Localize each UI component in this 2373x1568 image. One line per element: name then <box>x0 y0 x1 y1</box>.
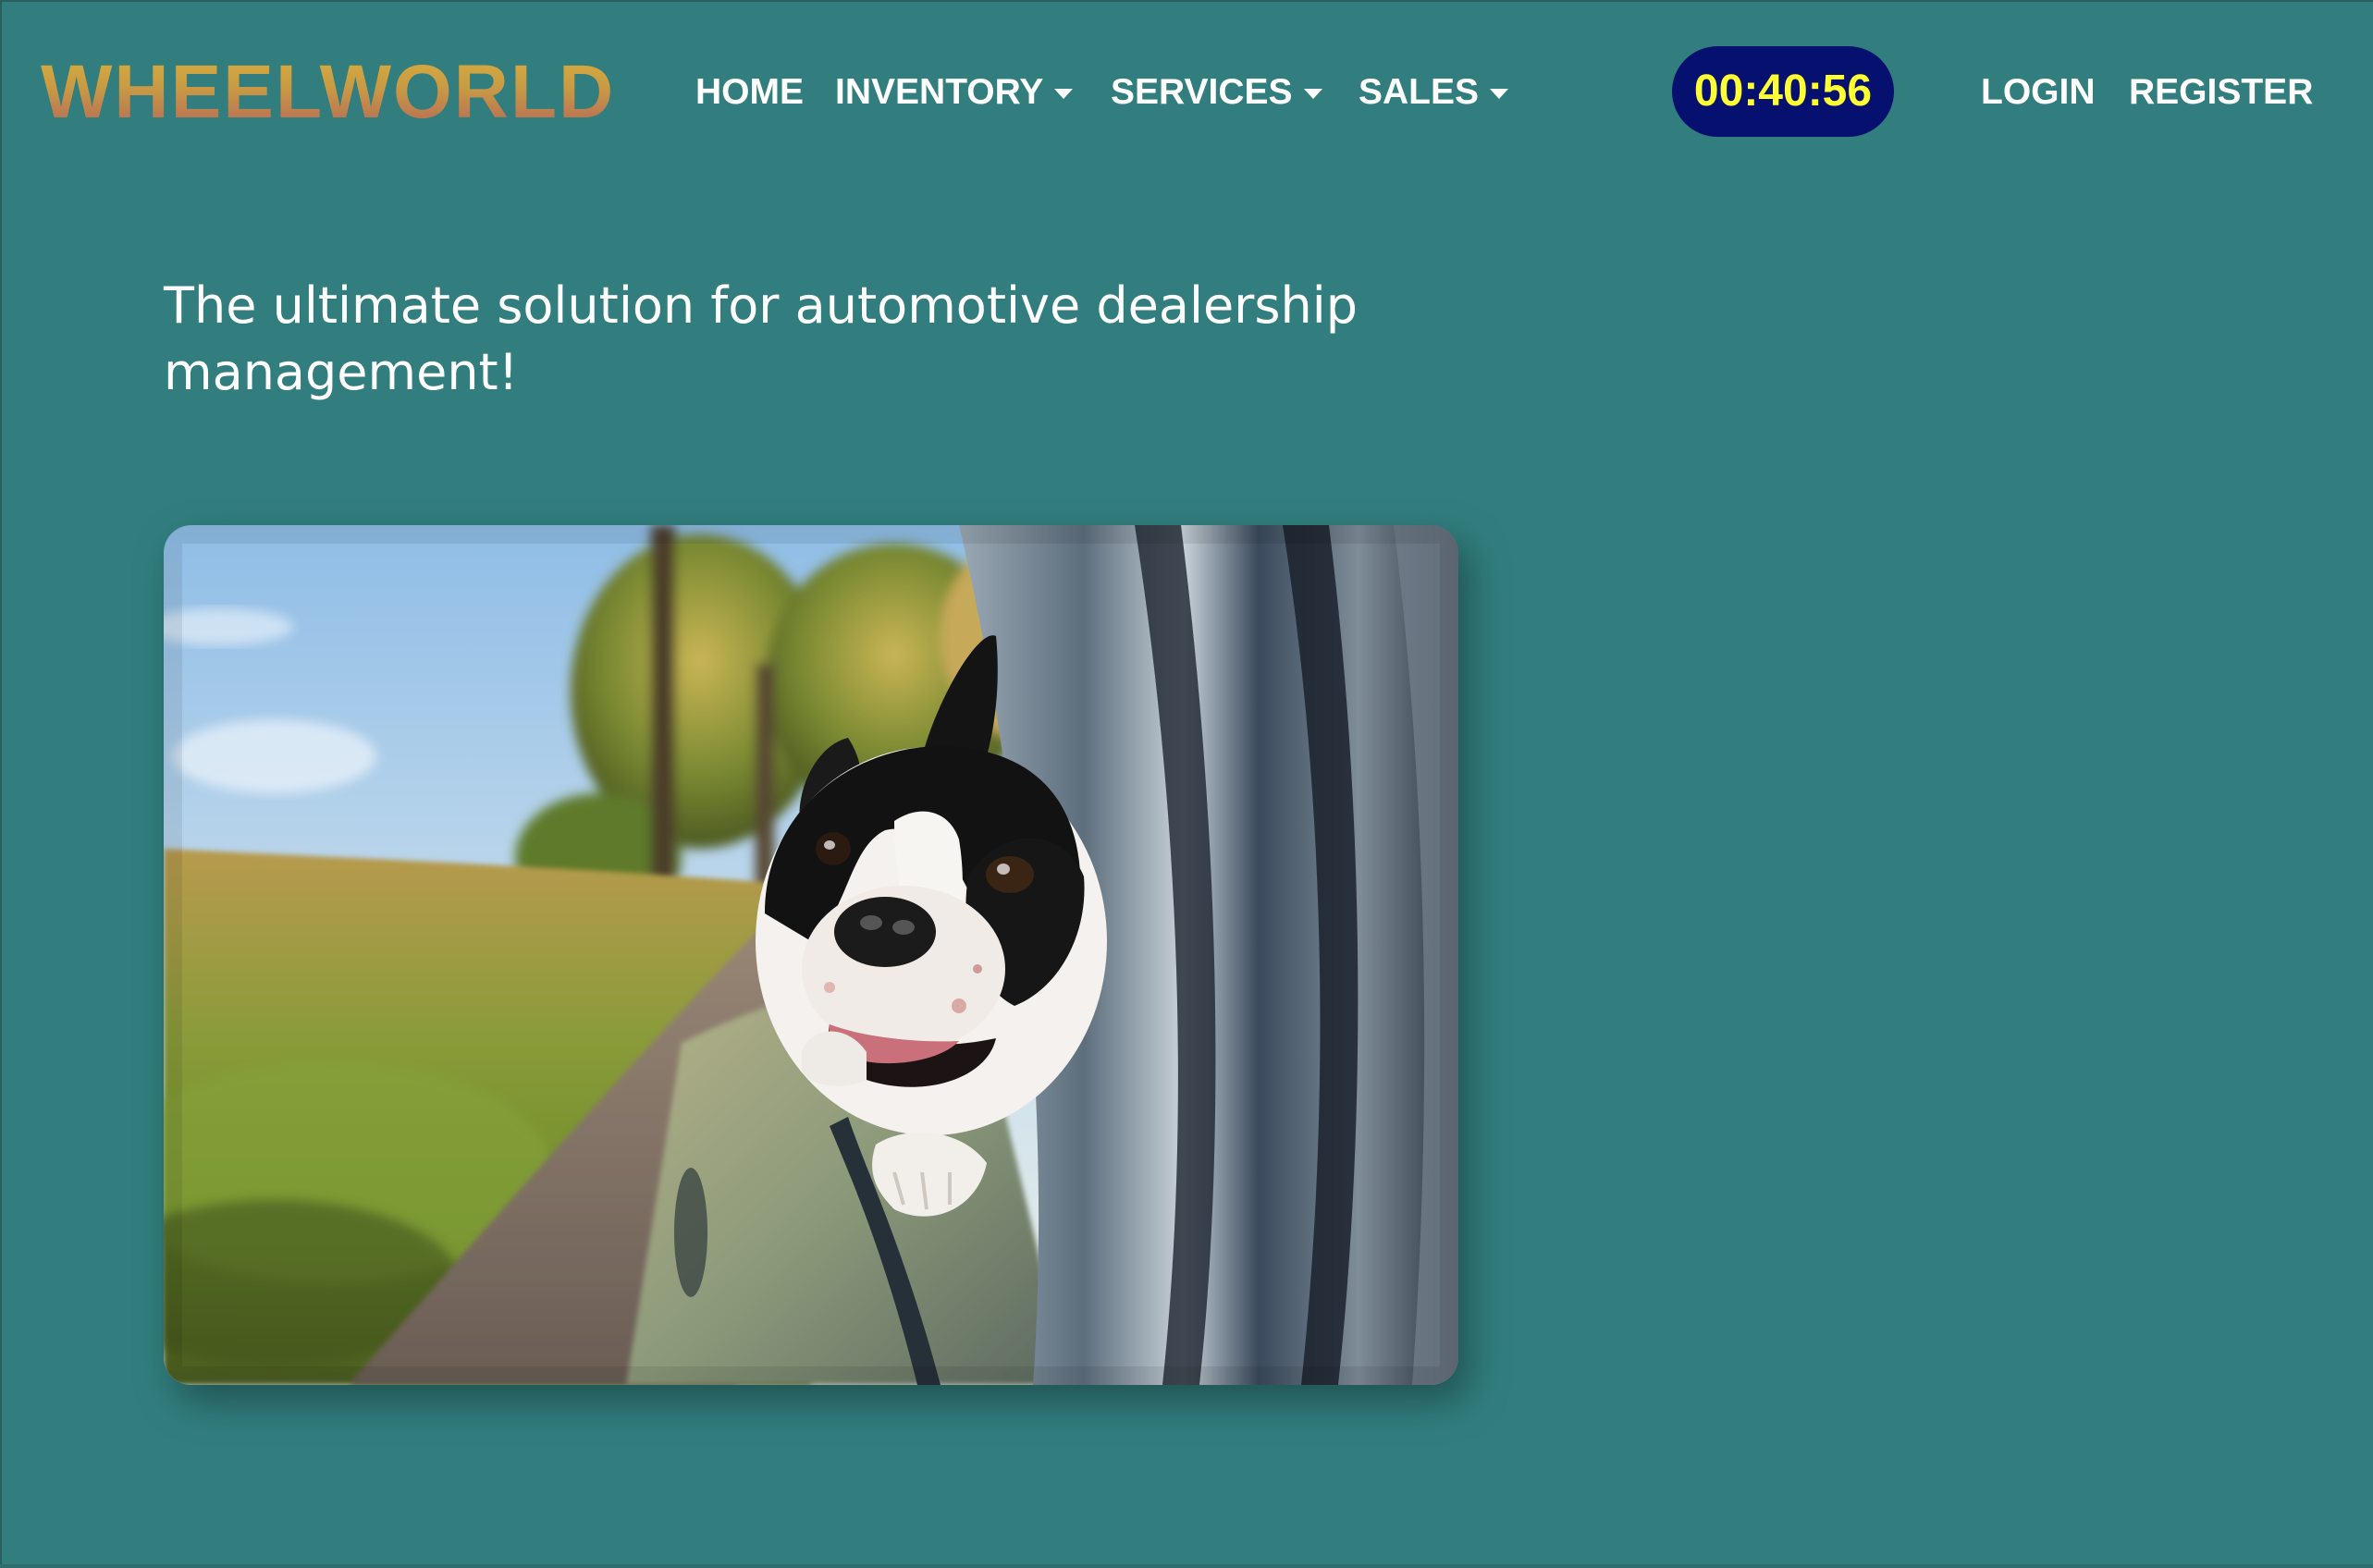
caret-down-icon <box>1490 88 1509 99</box>
nav-services-dropdown[interactable]: SERVICES <box>1111 65 1322 120</box>
dog-in-car-window-photo <box>164 525 1458 1385</box>
register-link[interactable]: REGISTER <box>2129 65 2313 120</box>
window-left-border <box>0 0 2 1568</box>
nav-services-label: SERVICES <box>1111 72 1293 112</box>
hero-image <box>164 525 1458 1385</box>
nav-home-link[interactable]: HOME <box>695 65 804 120</box>
session-timer: 00:40:56 <box>1672 46 1894 137</box>
nav-home-label: HOME <box>695 72 804 112</box>
window-bottom-border <box>0 1564 2373 1568</box>
nav-sales-dropdown[interactable]: SALES <box>1359 65 1509 120</box>
caret-down-icon <box>1054 88 1074 99</box>
page-tagline: The ultimate solution for automotive dea… <box>164 276 1359 401</box>
login-link[interactable]: LOGIN <box>1981 65 2096 120</box>
nav-inventory-dropdown[interactable]: INVENTORY <box>835 65 1074 120</box>
caret-down-icon <box>1303 88 1322 99</box>
nav-sales-label: SALES <box>1359 72 1480 112</box>
nav-inventory-label: INVENTORY <box>835 72 1044 112</box>
brand-logo[interactable]: WHEELWORLD <box>41 48 615 137</box>
navbar: WHEELWORLD HOME INVENTORY SERVICES SALES… <box>0 0 2373 185</box>
